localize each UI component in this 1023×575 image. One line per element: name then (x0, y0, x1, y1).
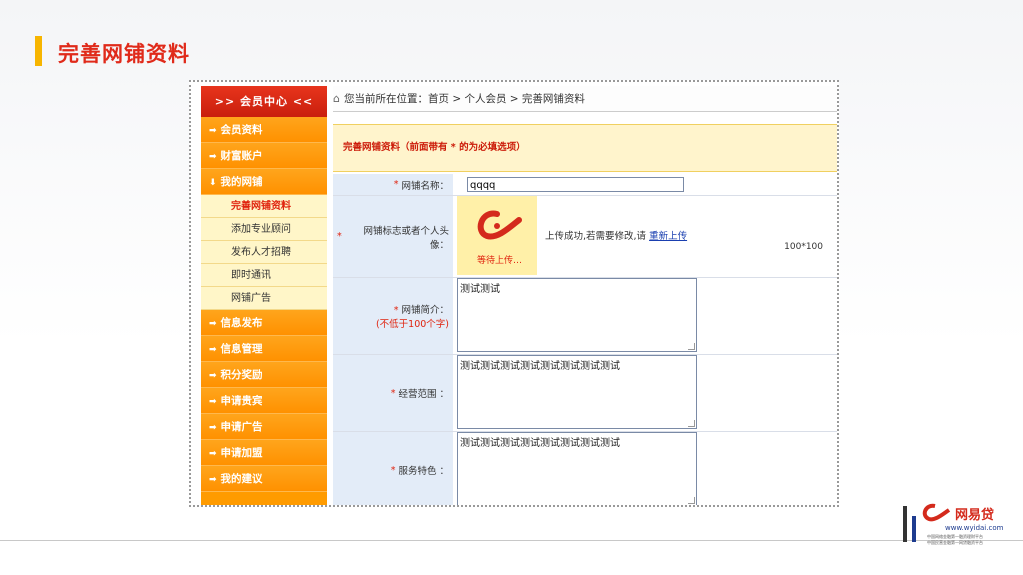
sidebar-item-my-shop[interactable]: ⬇ 我的网铺 (201, 169, 327, 195)
logo-size-hint: 100*100 (784, 242, 823, 252)
logo-preview: 等待上传… (457, 196, 537, 275)
resize-grip-icon[interactable] (688, 343, 695, 350)
sidebar-item-label: 我的建议 (220, 473, 263, 485)
arrow-right-icon: ➡ (209, 319, 217, 329)
sidebar-item-label: 信息发布 (220, 317, 263, 329)
sidebar-item-apply-join[interactable]: ➡ 申请加盟 (201, 440, 327, 466)
footer-divider (0, 540, 1023, 541)
arrow-right-icon: ➡ (209, 345, 217, 355)
shop-name-input[interactable]: qqqq (467, 177, 684, 192)
sidebar-item-label: 我的网铺 (220, 176, 263, 188)
arrow-right-icon: ➡ (209, 126, 217, 136)
arrow-right-icon: ➡ (209, 475, 217, 485)
reupload-link[interactable]: 重新上传 (649, 231, 687, 242)
required-notice: 完善网铺资料（前面带有 * 的为必填选项） (333, 124, 837, 172)
logo-bar-dark (903, 506, 907, 542)
resize-grip-icon[interactable] (688, 497, 695, 504)
arrow-right-icon: ➡ (209, 423, 217, 433)
logo-bar-blue (912, 516, 916, 542)
sidebar-header: >> 会员中心 << (201, 86, 327, 117)
form-row-logo: * 网铺标志或者个人头像： 等待上传… 上传成功,若需要修改,请 重新上传 100… (333, 196, 837, 278)
upload-status: 上传成功,若需要修改,请 重新上传 (545, 231, 688, 242)
arrow-right-icon: ➡ (209, 371, 217, 381)
breadcrumb-text: 您当前所在位置：首页 > 个人会员 > 完善网铺资料 (343, 93, 585, 105)
upload-waiting-text: 等待上传… (477, 256, 523, 266)
sidebar-item-label: 申请贵宾 (220, 395, 263, 407)
sidebar-item-apply-ads[interactable]: ➡ 申请广告 (201, 414, 327, 440)
sidebar-item-label: 申请加盟 (220, 447, 263, 459)
brand-logo: 网易贷 www.wyidai.com 中国网络金融第一融资理财平台 中国民营金融… (903, 502, 1021, 552)
intro-hint: (不低于100个字) (375, 319, 449, 330)
form-row-scope: * 经营范围 ： 测试测试测试测试测试测试测试测试 (333, 355, 837, 432)
scope-label: * 经营范围 ： (333, 355, 453, 431)
sidebar-subitem-add-advisor[interactable]: 添加专业顾问 (201, 218, 327, 241)
resize-grip-icon[interactable] (688, 420, 695, 427)
main-content: ⌂ 您当前所在位置：首页 > 个人会员 > 完善网铺资料 完善网铺资料（前面带有 … (333, 86, 837, 505)
form-row-shop-name: * 网铺名称： qqqq (333, 174, 837, 196)
intro-textarea[interactable]: 测试测试 (457, 278, 697, 352)
intro-label: * 网铺简介： (不低于100个字) (333, 278, 453, 354)
arrow-right-icon: ➡ (209, 449, 217, 459)
home-icon: ⌂ (333, 92, 340, 105)
sidebar-subitem-shop-ads[interactable]: 网铺广告 (201, 287, 327, 310)
sidebar-item-points-reward[interactable]: ➡ 积分奖励 (201, 362, 327, 388)
sidebar-item-label: 财富账户 (220, 150, 263, 162)
sidebar-item-member-info[interactable]: ➡ 会员资料 (201, 117, 327, 143)
screenshot-frame: >> 会员中心 << ➡ 会员资料 ➡ 财富账户 ⬇ 我的网铺 完善网铺资料 添加专业… (189, 80, 839, 507)
sidebar-item-info-manage[interactable]: ➡ 信息管理 (201, 336, 327, 362)
sidebar-item-info-publish[interactable]: ➡ 信息发布 (201, 310, 327, 336)
sidebar-item-label: 积分奖励 (220, 369, 263, 381)
title-accent-bar (35, 36, 42, 66)
sidebar-subitem-instant-message[interactable]: 即时通讯 (201, 264, 327, 287)
shop-name-label: * 网铺名称： (333, 174, 453, 195)
feature-label: * 服务特色 ： (333, 432, 453, 505)
sidebar-item-label: 会员资料 (220, 124, 263, 136)
breadcrumb: ⌂ 您当前所在位置：首页 > 个人会员 > 完善网铺资料 (333, 86, 837, 112)
sidebar-subitem-complete-shop[interactable]: 完善网铺资料 (201, 195, 327, 218)
member-sidebar: >> 会员中心 << ➡ 会员资料 ➡ 财富账户 ⬇ 我的网铺 完善网铺资料 添加专业… (201, 86, 327, 505)
arrow-down-icon: ⬇ (209, 178, 217, 188)
sidebar-item-label: 信息管理 (220, 343, 263, 355)
feature-textarea[interactable]: 测试测试测试测试测试测试测试测试 (457, 432, 697, 505)
scope-textarea[interactable]: 测试测试测试测试测试测试测试测试 (457, 355, 697, 429)
logo-url: www.wyidai.com (945, 524, 1004, 532)
sidebar-item-apply-vip[interactable]: ➡ 申请贵宾 (201, 388, 327, 414)
form-row-intro: * 网铺简介： (不低于100个字) 测试测试 (333, 278, 837, 355)
arrow-right-icon: ➡ (209, 152, 217, 162)
sidebar-subitem-post-job[interactable]: 发布人才招聘 (201, 241, 327, 264)
logo-swoosh-icon (922, 503, 951, 522)
logo-label: * 网铺标志或者个人头像： (333, 196, 453, 277)
logo-tagline-2: 中国民营金融第一网贷融资平台 (927, 540, 983, 545)
logo-brand-text: 网易贷 (955, 508, 995, 523)
slide-title: 完善网铺资料 (58, 42, 190, 66)
form-row-feature: * 服务特色 ： 测试测试测试测试测试测试测试测试 (333, 432, 837, 505)
sidebar-item-my-suggestion[interactable]: ➡ 我的建议 (201, 466, 327, 492)
sidebar-item-wealth-account[interactable]: ➡ 财富账户 (201, 143, 327, 169)
arrow-right-icon: ➡ (209, 397, 217, 407)
sidebar-item-label: 申请广告 (220, 421, 263, 433)
shop-logo-icon (477, 210, 522, 240)
